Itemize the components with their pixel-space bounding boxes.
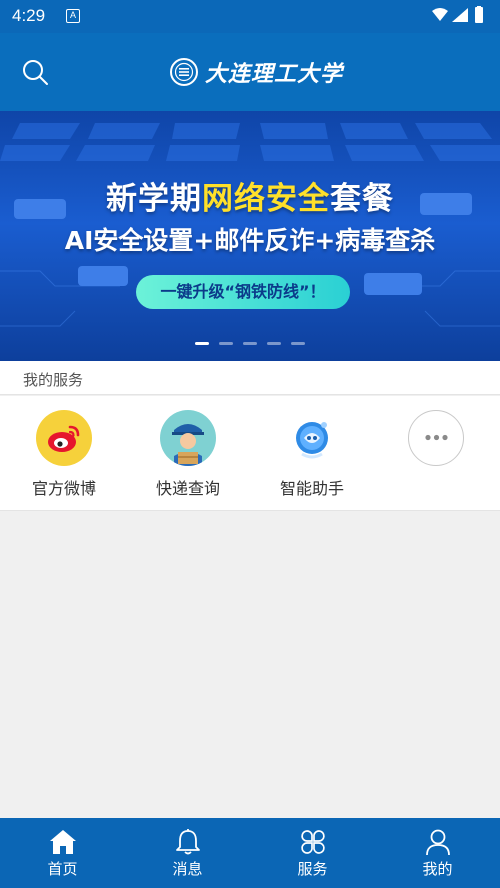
brand: 大连理工大学 xyxy=(169,56,343,88)
user-icon xyxy=(426,829,450,856)
search-button[interactable] xyxy=(20,57,52,89)
carousel-dot[interactable] xyxy=(219,342,233,345)
nav-home[interactable]: 首页 xyxy=(0,818,125,888)
carousel-dot[interactable] xyxy=(243,342,257,345)
signal-icon xyxy=(452,8,468,22)
bell-icon xyxy=(176,829,200,855)
service-assistant[interactable]: 智能助手 xyxy=(257,410,367,499)
nav-label: 我的 xyxy=(422,860,453,878)
notification-icon: A xyxy=(66,9,80,23)
banner-subtitle: AI安全设置+邮件反诈+病毒查杀 xyxy=(64,226,436,255)
chat-bubble-decoration xyxy=(78,266,128,286)
my-services-header: 我的服务 xyxy=(0,361,500,395)
nav-messages[interactable]: 消息 xyxy=(125,818,250,888)
university-logo-icon xyxy=(170,58,198,86)
more-icon xyxy=(408,410,464,466)
services-grid: 官方微博 快递查询 智能助手 xyxy=(0,396,500,511)
service-label: 智能助手 xyxy=(279,479,344,498)
weibo-icon xyxy=(36,410,92,466)
service-label: 快递查询 xyxy=(155,479,220,498)
app-header: 大连理工大学 xyxy=(0,33,500,111)
assistant-icon xyxy=(284,410,340,466)
service-label: 官方微博 xyxy=(31,479,96,498)
chat-bubble-decoration xyxy=(364,273,422,295)
promo-banner[interactable]: 新学期网络安全套餐 AI安全设置+邮件反诈+病毒查杀 一键升级“钢铁防线”！ xyxy=(0,111,500,361)
wifi-icon xyxy=(432,8,448,21)
nav-profile[interactable]: 我的 xyxy=(375,818,500,888)
bottom-nav: 首页 消息 服务 我的 xyxy=(0,818,500,888)
home-icon xyxy=(50,830,76,854)
banner-cta-button[interactable]: 一键升级“钢铁防线”！ xyxy=(136,275,350,309)
carousel-dot[interactable] xyxy=(267,342,281,345)
carousel-dot[interactable] xyxy=(195,342,209,345)
carousel-dot[interactable] xyxy=(291,342,305,345)
banner-title: 新学期网络安全套餐 xyxy=(106,181,394,217)
nav-label: 服务 xyxy=(297,860,328,878)
battery-icon xyxy=(475,6,483,23)
status-icons xyxy=(430,6,490,30)
service-courier[interactable]: 快递查询 xyxy=(133,410,243,499)
carousel-indicator[interactable] xyxy=(0,342,500,345)
courier-icon xyxy=(160,410,216,466)
section-title: 我的服务 xyxy=(23,371,84,389)
clover-icon xyxy=(301,830,325,854)
nav-services[interactable]: 服务 xyxy=(250,818,375,888)
nav-label: 消息 xyxy=(172,860,203,878)
app-title: 大连理工大学 xyxy=(205,61,344,87)
service-more[interactable] xyxy=(381,410,491,475)
status-time: 4:29 xyxy=(12,6,46,25)
banner-title-highlight: 网络安全 xyxy=(202,181,330,217)
search-icon xyxy=(23,60,48,85)
status-bar: 4:29 A xyxy=(0,0,500,33)
service-weibo[interactable]: 官方微博 xyxy=(9,410,119,499)
nav-label: 首页 xyxy=(47,860,78,878)
